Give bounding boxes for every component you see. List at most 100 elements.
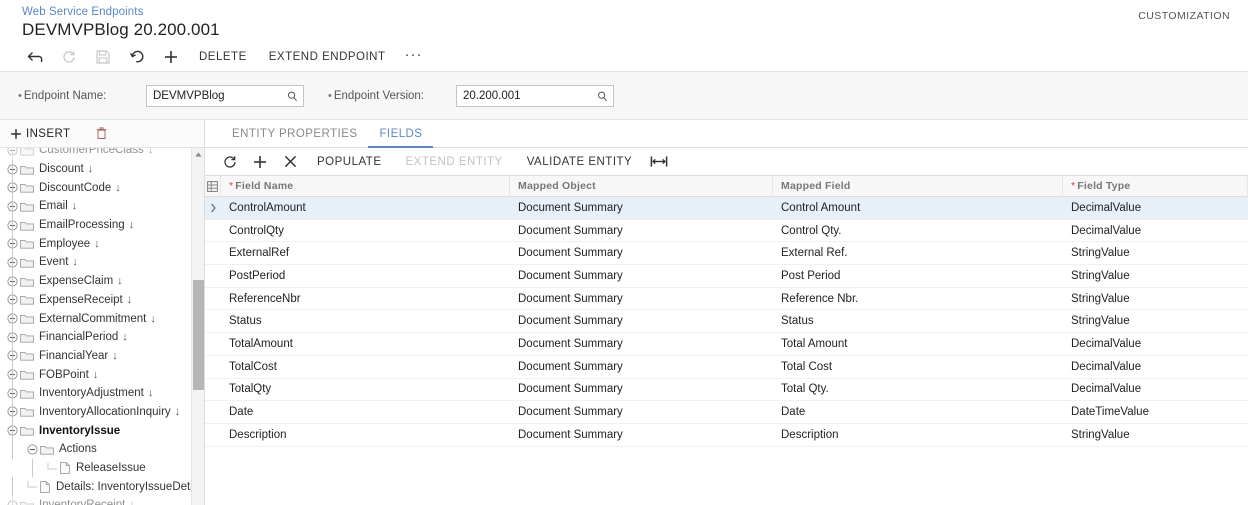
scroll-up-icon[interactable]	[194, 150, 203, 159]
extend-endpoint-button[interactable]: EXTEND ENDPOINT	[258, 44, 397, 70]
refresh-icon[interactable]	[215, 150, 245, 174]
table-cell[interactable]: Document Summary	[510, 379, 773, 401]
tree-node[interactable]: DiscountCode ↓	[0, 178, 204, 198]
table-cell[interactable]: StringValue	[1063, 424, 1248, 446]
row-selector[interactable]	[205, 310, 221, 332]
plus-icon[interactable]	[154, 44, 188, 70]
table-cell[interactable]: Document Summary	[510, 242, 773, 264]
tree-node[interactable]: Actions	[0, 440, 204, 459]
table-cell[interactable]: Document Summary	[510, 220, 773, 242]
column-header[interactable]: Mapped Object	[510, 175, 773, 197]
tree-node[interactable]: CustomerPriceClass ↓	[0, 148, 204, 160]
table-row[interactable]: ReferenceNbr Document Summary Reference Nb…	[205, 288, 1248, 311]
tab-entity-properties[interactable]: ENTITY PROPERTIES	[221, 121, 368, 148]
row-selector[interactable]	[205, 265, 221, 287]
table-cell[interactable]: ReferenceNbr	[221, 288, 510, 310]
refresh-icon[interactable]	[223, 155, 237, 169]
table-row[interactable]: ExternalRef Document Summary External Ref.…	[205, 242, 1248, 266]
table-cell[interactable]: ExternalRef	[221, 242, 510, 264]
table-cell[interactable]: Document Summary	[510, 424, 773, 446]
table-cell[interactable]: DecimalValue	[1063, 333, 1248, 355]
table-row[interactable]: Status Document Summary Status StringValue	[205, 310, 1248, 334]
magnifier-icon[interactable]	[285, 89, 299, 104]
table-cell[interactable]: DecimalValue	[1063, 220, 1248, 242]
magnifier-icon[interactable]	[595, 89, 609, 104]
tree-node[interactable]: Details: InventoryIssueDeta	[0, 477, 204, 497]
grid-settings-icon[interactable]	[207, 180, 218, 192]
table-cell[interactable]: StringValue	[1063, 310, 1248, 332]
close-x-icon[interactable]	[284, 155, 297, 168]
table-cell[interactable]: Total Cost	[773, 356, 1063, 378]
insert-button[interactable]: INSERT	[10, 128, 70, 140]
plus-icon[interactable]	[245, 150, 275, 174]
table-cell[interactable]: TotalQty	[221, 379, 510, 401]
tree-node[interactable]: Email ↓	[0, 197, 204, 216]
table-cell[interactable]: Reference Nbr.	[773, 288, 1063, 310]
table-cell[interactable]: Document Summary	[510, 288, 773, 310]
table-cell[interactable]: Total Qty.	[773, 379, 1063, 401]
table-cell[interactable]: Total Amount	[773, 333, 1063, 355]
row-selector[interactable]	[205, 401, 221, 423]
row-selector[interactable]	[205, 424, 221, 446]
row-selector[interactable]	[205, 356, 221, 378]
table-cell[interactable]: ControlAmount	[221, 197, 510, 219]
back-arrow-icon[interactable]	[27, 50, 43, 64]
row-selector[interactable]	[205, 288, 221, 310]
plus-icon[interactable]	[164, 50, 178, 64]
table-cell[interactable]: ControlQty	[221, 220, 510, 242]
tree-node[interactable]: Employee ↓	[0, 234, 204, 254]
table-cell[interactable]: Document Summary	[510, 356, 773, 378]
table-cell[interactable]: Description	[221, 424, 510, 446]
endpoint-name-input[interactable]	[147, 86, 303, 106]
column-header[interactable]: * Field Type	[1063, 175, 1248, 197]
endpoint-name-input-wrap[interactable]	[146, 85, 304, 107]
endpoint-version-input[interactable]	[457, 86, 613, 106]
table-cell[interactable]: TotalAmount	[221, 333, 510, 355]
table-cell[interactable]: StringValue	[1063, 265, 1248, 287]
table-cell[interactable]: Document Summary	[510, 197, 773, 219]
tree-node[interactable]: FinancialPeriod ↓	[0, 327, 204, 347]
row-selector[interactable]	[205, 197, 221, 219]
table-cell[interactable]: Status	[221, 310, 510, 332]
table-cell[interactable]: Date	[221, 401, 510, 423]
table-cell[interactable]: Date	[773, 401, 1063, 423]
table-cell[interactable]: StringValue	[1063, 288, 1248, 310]
more-actions-button[interactable]: ···	[397, 44, 431, 70]
tree-scroll-area[interactable]: CustomerPriceClass ↓ Discount ↓ DiscountCode…	[0, 148, 204, 505]
tree-node[interactable]: FinancialYear ↓	[0, 346, 204, 366]
table-row[interactable]: Date Document Summary Date DateTimeValue	[205, 401, 1248, 424]
table-cell[interactable]: Control Amount	[773, 197, 1063, 219]
tree-node[interactable]: InventoryAllocationInquiry ↓	[0, 402, 204, 422]
table-cell[interactable]: TotalCost	[221, 356, 510, 378]
table-row[interactable]: TotalAmount Document Summary Total Amount D…	[205, 333, 1248, 356]
table-row[interactable]: TotalCost Document Summary Total Cost Decim…	[205, 356, 1248, 379]
column-header[interactable]: Mapped Field	[773, 175, 1063, 197]
tree-node[interactable]: ReleaseIssue	[0, 458, 204, 478]
row-selector[interactable]	[205, 379, 221, 401]
fit-columns-icon[interactable]	[650, 155, 668, 168]
table-cell[interactable]: Status	[773, 310, 1063, 332]
tab-fields[interactable]: FIELDS	[368, 121, 434, 148]
table-cell[interactable]: Document Summary	[510, 265, 773, 287]
table-cell[interactable]: Control Qty.	[773, 220, 1063, 242]
breadcrumb[interactable]: Web Service Endpoints	[22, 6, 143, 18]
close-x-icon[interactable]	[275, 150, 305, 174]
table-row[interactable]: TotalQty Document Summary Total Qty. Decima…	[205, 379, 1248, 402]
tree-node[interactable]: InventoryAdjustment ↓	[0, 383, 204, 403]
undo-icon[interactable]	[129, 50, 145, 64]
table-cell[interactable]: Document Summary	[510, 333, 773, 355]
column-header[interactable]: * Field Name	[221, 175, 510, 197]
table-cell[interactable]: Description	[773, 424, 1063, 446]
table-cell[interactable]: PostPeriod	[221, 265, 510, 287]
tree-node[interactable]: InventoryIssue	[0, 421, 204, 440]
table-cell[interactable]: Document Summary	[510, 310, 773, 332]
collapse-minus-icon[interactable]	[26, 443, 39, 456]
undo-icon[interactable]	[120, 44, 154, 70]
table-row[interactable]: ControlQty Document Summary Control Qty. De…	[205, 220, 1248, 243]
tree-node[interactable]: ExpenseReceipt ↓	[0, 290, 204, 310]
table-cell[interactable]: StringValue	[1063, 242, 1248, 264]
table-cell[interactable]: DateTimeValue	[1063, 401, 1248, 423]
tree-node[interactable]: ExternalCommitment ↓	[0, 309, 204, 328]
tree-node[interactable]: Discount ↓	[0, 159, 204, 179]
table-cell[interactable]: Document Summary	[510, 401, 773, 423]
